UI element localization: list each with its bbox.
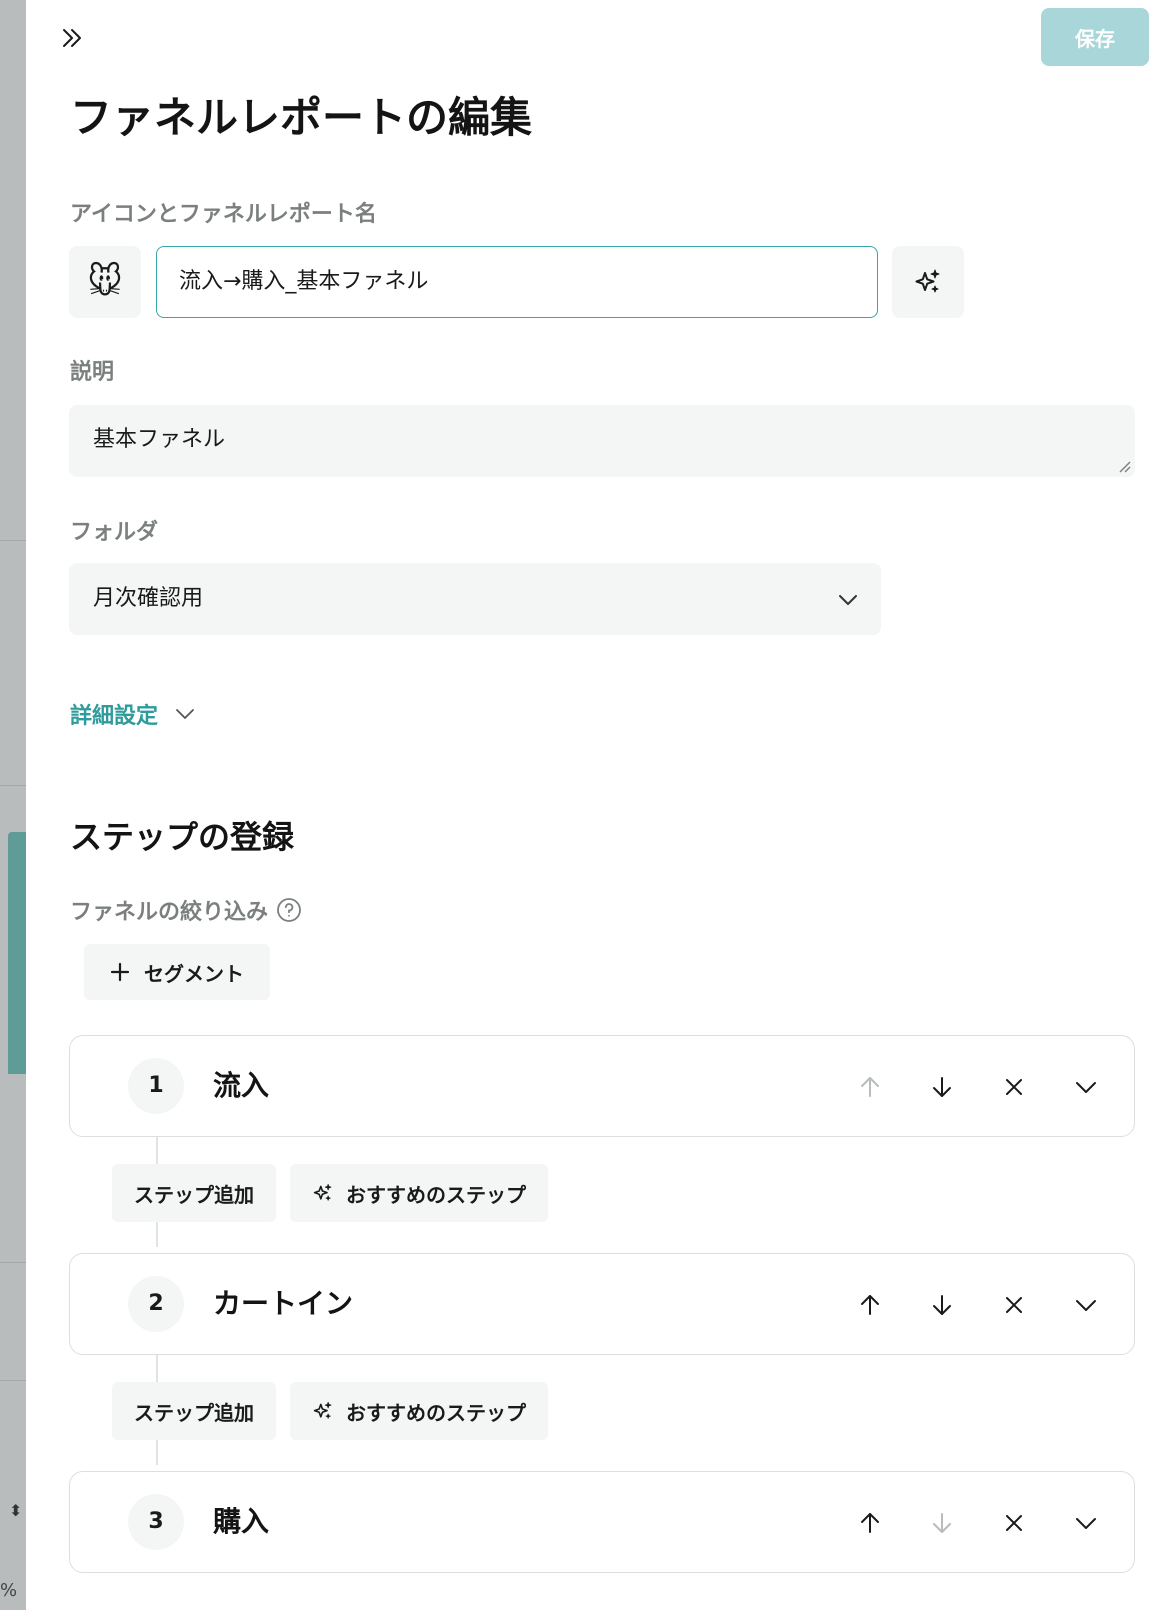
edit-drawer: 保存 ファネルレポートの編集 アイコンとファネルレポート名 🐭 流入→購入_基本… (26, 0, 1168, 1610)
recommended-steps-button[interactable]: おすすめのステップ (290, 1164, 548, 1222)
chevron-down-icon (1076, 1518, 1096, 1529)
arrow-up-icon (861, 1295, 879, 1315)
mouse-emoji-icon: 🐭 (87, 262, 123, 302)
remove-step-button[interactable] (994, 1067, 1034, 1107)
resize-handle-icon[interactable] (1117, 459, 1131, 473)
expand-step-button[interactable] (1066, 1067, 1106, 1107)
chevron-down-icon (1076, 1082, 1096, 1093)
page-title: ファネルレポートの編集 (70, 93, 533, 142)
funnel-filter-label: ファネルの絞り込み (70, 894, 302, 926)
help-circle-icon[interactable] (276, 897, 302, 923)
name-field-label: アイコンとファネルレポート名 (70, 202, 377, 227)
move-down-button[interactable] (922, 1285, 962, 1325)
move-down-button[interactable] (922, 1503, 962, 1543)
move-up-button[interactable] (850, 1503, 890, 1543)
report-name-input[interactable]: 流入→購入_基本ファネル (156, 246, 878, 318)
move-up-button[interactable] (850, 1067, 890, 1107)
arrow-up-icon (861, 1077, 879, 1097)
add-segment-button[interactable]: セグメント (84, 944, 270, 1000)
remove-step-button[interactable] (994, 1285, 1034, 1325)
sparkles-icon (915, 269, 940, 293)
recommended-steps-label: おすすめのステップ (346, 1400, 526, 1425)
add-step-button[interactable]: ステップ追加 (112, 1382, 276, 1440)
close-icon (1006, 1079, 1022, 1095)
arrow-down-icon (933, 1295, 951, 1315)
close-icon (1006, 1515, 1022, 1531)
move-up-button[interactable] (850, 1285, 890, 1325)
step-name[interactable]: カートイン (213, 1254, 353, 1354)
remove-step-button[interactable] (994, 1503, 1034, 1543)
description-label: 説明 (70, 360, 115, 385)
folder-label: フォルダ (70, 520, 159, 545)
background-page: ⬍ % (0, 0, 26, 1610)
step-insert-row-1: ステップ追加 おすすめのステップ (112, 1164, 548, 1222)
sparkles-icon (313, 1401, 332, 1419)
folder-selected-value: 月次確認用 (93, 586, 204, 611)
add-segment-label: セグメント (144, 961, 244, 986)
step-name[interactable]: 購入 (213, 1472, 269, 1572)
recommended-steps-button[interactable]: おすすめのステップ (290, 1382, 548, 1440)
arrow-down-icon (933, 1513, 951, 1533)
arrow-down-icon (933, 1077, 951, 1097)
icon-picker-button[interactable]: 🐭 (69, 246, 141, 318)
step-card-3: 3 購入 (69, 1471, 1135, 1573)
background-chart-bar (8, 832, 26, 1074)
save-button[interactable]: 保存 (1041, 8, 1149, 66)
step-number-badge: 2 (128, 1276, 184, 1332)
chevron-down-icon (176, 709, 194, 719)
description-value: 基本ファネル (93, 427, 226, 452)
plus-icon (110, 962, 130, 982)
step-card-1: 1 流入 (69, 1035, 1135, 1137)
add-step-button[interactable]: ステップ追加 (112, 1164, 276, 1222)
chevron-down-icon (839, 595, 857, 605)
arrow-up-icon (861, 1513, 879, 1533)
expand-step-button[interactable] (1066, 1285, 1106, 1325)
add-step-label: ステップ追加 (134, 1182, 254, 1207)
sparkles-icon (313, 1183, 332, 1201)
folder-select[interactable]: 月次確認用 (69, 563, 881, 635)
percent-glyph: % (0, 1580, 18, 1601)
double-chevron-right-icon (63, 29, 81, 47)
recommended-steps-label: おすすめのステップ (346, 1182, 526, 1207)
advanced-settings-label: 詳細設定 (70, 704, 159, 729)
add-step-label: ステップ追加 (134, 1400, 254, 1425)
funnel-filter-text: ファネルの絞り込み (70, 900, 269, 925)
step-number-badge: 1 (128, 1058, 184, 1114)
description-textarea[interactable]: 基本ファネル (69, 405, 1135, 477)
step-card-2: 2 カートイン (69, 1253, 1135, 1355)
expand-step-button[interactable] (1066, 1503, 1106, 1543)
step-insert-row-2: ステップ追加 おすすめのステップ (112, 1382, 548, 1440)
step-number-badge: 3 (128, 1494, 184, 1550)
ai-suggest-name-button[interactable] (892, 246, 964, 318)
step-name[interactable]: 流入 (213, 1036, 269, 1136)
close-icon (1006, 1297, 1022, 1313)
steps-section-title: ステップの登録 (70, 818, 295, 856)
advanced-settings-toggle[interactable]: 詳細設定 (70, 698, 196, 730)
chevron-down-icon (1076, 1300, 1096, 1311)
move-down-button[interactable] (922, 1067, 962, 1107)
collapse-drawer-button[interactable] (54, 20, 90, 56)
sort-icon: ⬍ (9, 1501, 23, 1520)
